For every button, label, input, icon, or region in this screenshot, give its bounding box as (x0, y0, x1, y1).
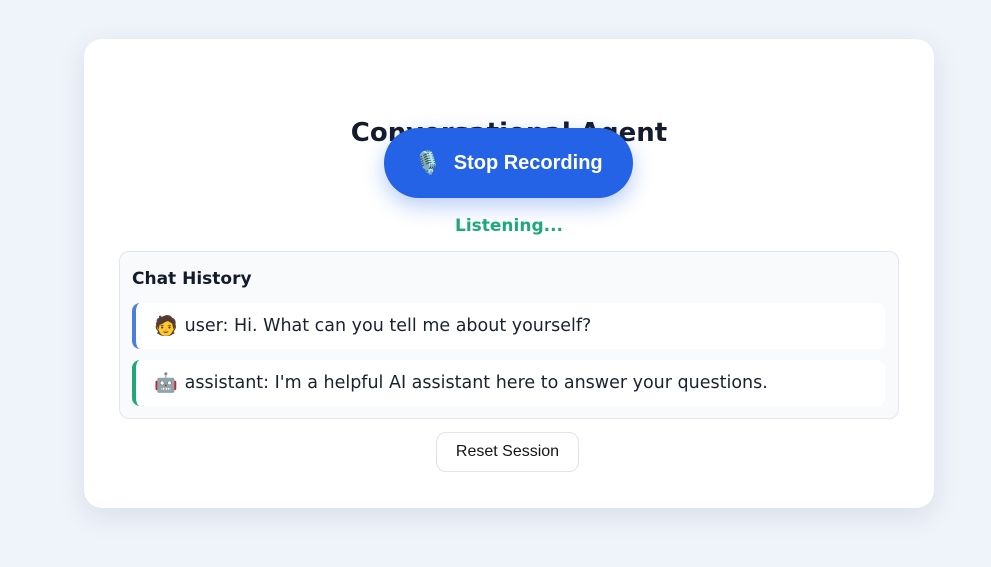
robot-avatar-icon: 🤖 (154, 371, 178, 394)
chat-message-text: user: Hi. What can you tell me about you… (184, 316, 592, 336)
status-text: Listening... (454, 216, 563, 236)
reset-session-button[interactable]: Reset Session (436, 432, 579, 472)
agent-card: Conversational Agent 🎙️ Stop Recording L… (84, 39, 934, 508)
chat-history-title: Chat History (132, 269, 252, 289)
stop-recording-button[interactable]: 🎙️ Stop Recording (384, 128, 633, 198)
microphone-icon: 🎙️ (414, 150, 442, 175)
chat-history-panel: Chat History 🧑 user: Hi. What can you te… (119, 251, 899, 419)
chat-message-user: 🧑 user: Hi. What can you tell me about y… (132, 303, 885, 349)
chat-message-assistant: 🤖 assistant: I'm a helpful AI assistant … (132, 360, 885, 406)
user-avatar-icon: 🧑 (154, 314, 178, 337)
stop-recording-label: Stop Recording (453, 151, 603, 174)
chat-message-text: assistant: I'm a helpful AI assistant he… (184, 373, 768, 393)
